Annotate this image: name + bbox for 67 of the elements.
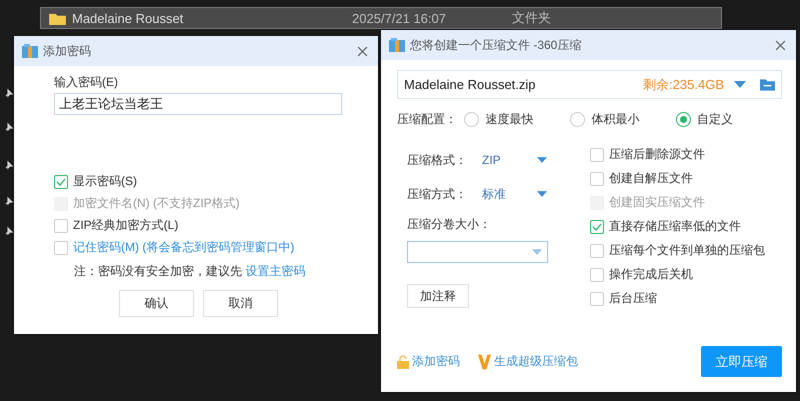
format-label: 压缩格式： [407, 152, 468, 168]
folder-icon [49, 12, 66, 24]
window-title: 添加密码 [43, 42, 92, 60]
checkbox[interactable] [590, 220, 604, 234]
checkbox[interactable] [590, 244, 604, 258]
method-dropdown[interactable]: 标准 [482, 186, 537, 202]
checkbox[interactable] [54, 218, 68, 232]
file-name: Madelaine Rousset [72, 10, 184, 26]
dialog-button[interactable]: 取消 [203, 290, 278, 317]
password-label: 输入密码(E) [54, 74, 119, 91]
master-password-link[interactable]: 设置主密码 [245, 264, 306, 278]
split-size-label: 压缩分卷大小： [407, 216, 492, 233]
checkbox[interactable] [590, 268, 604, 282]
archive-name: Madelaine Rousset.zip [404, 77, 537, 92]
archive-icon [389, 38, 405, 52]
comment-button[interactable]: 加注释 [407, 284, 469, 308]
padlock-icon [397, 354, 409, 368]
radio-label: 速度最快 [485, 111, 534, 128]
radio-button[interactable] [464, 112, 480, 127]
option-link[interactable]: 记住密码(M) (将会备忘到密码管理窗口中) [73, 239, 294, 256]
v-icon [478, 354, 491, 370]
radio-button[interactable] [676, 112, 692, 127]
option-label: 压缩后删除源文件 [609, 146, 705, 163]
free-space: 剩余:235.4GB [643, 76, 724, 94]
pin-icon[interactable] [4, 88, 14, 98]
radio-label: 体积最小 [591, 111, 640, 128]
method-label: 压缩方式： [407, 186, 468, 202]
pin-icon[interactable] [4, 160, 14, 170]
window-title: 您将创建一个压缩文件 -360压缩 [410, 36, 582, 54]
folder-icon[interactable] [760, 78, 775, 91]
file-row[interactable]: Madelaine Rousset 2025/7/21 16:07 文件夹 [40, 7, 722, 29]
archive-icon [22, 44, 38, 58]
radio-button[interactable] [570, 112, 586, 127]
caret-icon[interactable] [537, 157, 547, 163]
split-size-dropdown[interactable] [407, 241, 548, 263]
dialog-button[interactable]: 确认 [119, 290, 194, 317]
option-label: 创建自解压文件 [609, 170, 693, 187]
checkbox[interactable] [54, 174, 68, 188]
option-label: ZIP经典加密方式(L) [73, 217, 178, 234]
password-field[interactable]: 上老王论坛当老王 [54, 93, 342, 115]
format-dropdown[interactable]: ZIP [482, 153, 537, 167]
pin-icon[interactable] [4, 226, 14, 236]
caret-icon [532, 249, 542, 255]
option-label: 显示密码(S) [73, 173, 137, 190]
file-name-field[interactable]: Madelaine Rousset.zip 剩余:235.4GB [397, 70, 782, 99]
checkbox[interactable] [590, 148, 604, 162]
option-label: 压缩每个文件到单独的压缩包 [609, 242, 765, 259]
caret-icon[interactable] [537, 191, 547, 197]
file-type: 文件夹 [512, 9, 551, 27]
radio-label: 自定义 [697, 111, 734, 128]
checkbox[interactable] [590, 292, 604, 306]
pin-icon[interactable] [4, 196, 14, 206]
option-label: 创建固实压缩文件 [609, 194, 705, 211]
super-package-link[interactable]: 生成超级压缩包 [478, 353, 578, 370]
profile-label: 压缩配置： [397, 111, 458, 128]
pin-icon[interactable] [4, 122, 14, 132]
caret-icon[interactable] [734, 81, 746, 88]
file-date: 2025/7/21 16:07 [352, 10, 447, 26]
option-label: 加密文件名(N) (不支持ZIP格式) [73, 195, 240, 212]
note-text: 注：密码没有安全加密，建议先 [74, 264, 242, 278]
option-label: 直接存储压缩率低的文件 [609, 218, 741, 235]
add-password-link[interactable]: 添加密码 [397, 353, 460, 370]
checkbox[interactable] [590, 172, 604, 186]
option-label: 操作完成后关机 [609, 266, 693, 283]
option-label: 后台压缩 [609, 290, 657, 307]
checkbox[interactable] [54, 240, 68, 254]
compress-now-button[interactable]: 立即压缩 [701, 346, 782, 377]
